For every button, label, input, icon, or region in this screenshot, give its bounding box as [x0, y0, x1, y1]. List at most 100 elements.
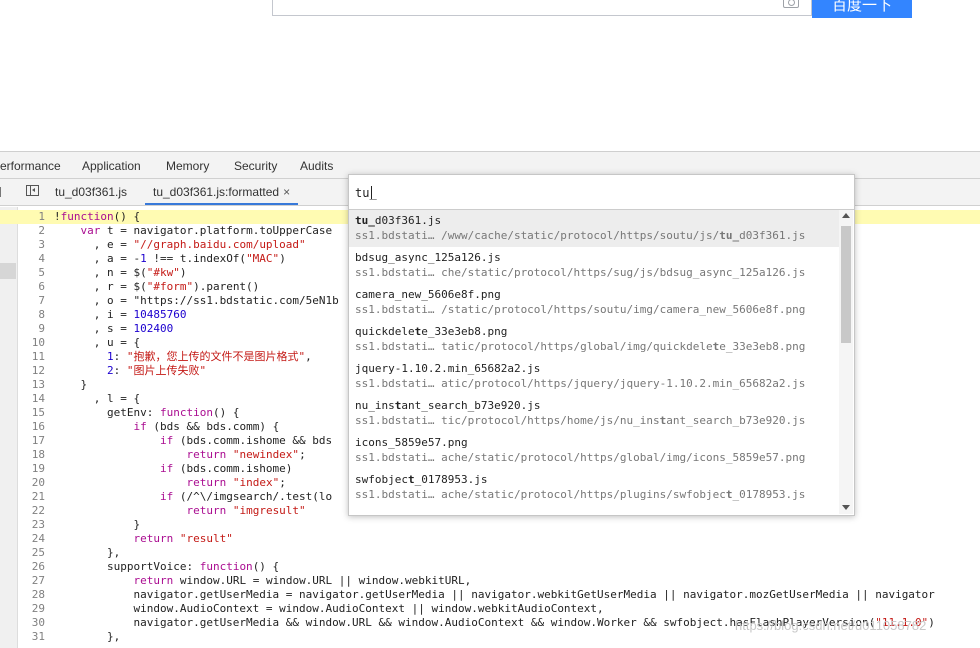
quick-open-item[interactable]: bdsug_async_125a126.js ss1.bdstati… che/s… — [349, 247, 839, 284]
code-text: if (bds.comm.ishome) — [159, 462, 293, 475]
line-number[interactable]: 16 — [18, 420, 45, 434]
line-number[interactable]: 14 — [18, 392, 45, 406]
quick-open-item[interactable]: jquery-1.10.2.min_65682a2.js ss1.bdstati…… — [349, 358, 839, 395]
line-number[interactable]: 12 — [18, 364, 45, 378]
quick-open-item-path: ss1.bdstati… tic/protocol/https/home/js/… — [355, 414, 806, 427]
code-line[interactable]: 27 return window.URL = window.URL || win… — [0, 574, 980, 588]
quick-open-item[interactable]: swfobject_0178953.js ss1.bdstati… ache/st… — [349, 469, 839, 506]
code-text: , s = 102400 — [54, 322, 174, 335]
baidu-search-button[interactable]: 百度一下 — [812, 0, 912, 18]
line-number[interactable]: 18 — [18, 448, 45, 462]
quick-open-item-title: quickdelete_33e3eb8.png — [355, 325, 508, 338]
code-line[interactable]: 24 return "result" — [0, 532, 980, 546]
line-number[interactable]: 19 — [18, 462, 45, 476]
code-text: 2: "图片上传失败" — [106, 364, 207, 377]
line-number[interactable]: 20 — [18, 476, 45, 490]
navigator-toggle-stub[interactable] — [0, 187, 5, 197]
code-text: !function() { — [54, 210, 141, 223]
line-number[interactable]: 27 — [18, 574, 45, 588]
line-number[interactable]: 9 — [18, 322, 45, 336]
line-number[interactable]: 6 — [18, 280, 45, 294]
quick-open-item-title: nu_instant_search_b73e920.js — [355, 399, 541, 412]
line-number[interactable]: 11 — [18, 350, 45, 364]
code-text: , e = "//graph.baidu.com/upload" — [54, 238, 306, 251]
close-icon[interactable]: × — [283, 185, 290, 199]
scroll-up-icon[interactable] — [842, 213, 850, 218]
code-text: , i = 10485760 — [54, 308, 187, 321]
code-text: return "result" — [133, 532, 233, 545]
line-number[interactable]: 26 — [18, 560, 45, 574]
line-number[interactable]: 24 — [18, 532, 45, 546]
code-line[interactable]: 23 } — [0, 518, 980, 532]
quick-open-item-path: ss1.bdstati… /www/cache/static/protocol/… — [355, 229, 806, 242]
scrollbar-thumb[interactable] — [841, 226, 851, 343]
camera-icon[interactable] — [783, 0, 799, 8]
line-number[interactable]: 2 — [18, 224, 45, 238]
quick-open-item[interactable]: nu_instant_search_b73e920.js ss1.bdstati…… — [349, 395, 839, 432]
line-number[interactable]: 8 — [18, 308, 45, 322]
line-number[interactable]: 22 — [18, 504, 45, 518]
code-text: }, — [54, 630, 121, 643]
quick-open-item-path: ss1.bdstati… tatic/protocol/https/global… — [355, 340, 806, 353]
code-text: return "newindex"; — [186, 448, 306, 461]
line-number[interactable]: 10 — [18, 336, 45, 350]
line-number[interactable]: 29 — [18, 602, 45, 616]
file-tab-raw[interactable]: tu_d03f361.js — [47, 179, 135, 205]
line-number[interactable]: 15 — [18, 406, 45, 420]
line-number[interactable]: 13 — [18, 378, 45, 392]
tab-security[interactable]: Security — [234, 159, 277, 173]
tab-audits[interactable]: Audits — [300, 159, 333, 173]
code-line[interactable]: 29 window.AudioContext = window.AudioCon… — [0, 602, 980, 616]
line-number[interactable]: 3 — [18, 238, 45, 252]
line-number[interactable]: 17 — [18, 434, 45, 448]
line-number[interactable]: 21 — [18, 490, 45, 504]
quick-open-item-title: tu_d03f361.js — [355, 214, 442, 227]
line-number[interactable]: 5 — [18, 266, 45, 280]
code-text: , u = { — [54, 336, 141, 349]
line-number[interactable]: 25 — [18, 546, 45, 560]
quick-open-item[interactable]: tu_d03f361.js ss1.bdstati… /www/cache/sta… — [349, 210, 839, 247]
quick-open-item-path: ss1.bdstati… ache/static/protocol/https/… — [355, 451, 806, 464]
tab-memory[interactable]: Memory — [166, 159, 209, 173]
tab-application[interactable]: Application — [82, 159, 141, 173]
quick-open-dialog: tu_d03f361.js ss1.bdstati… /www/cache/sta… — [348, 174, 855, 516]
quick-open-item-path: ss1.bdstati… ache/static/protocol/https/… — [355, 488, 806, 501]
code-text: if (bds && bds.comm) { — [133, 420, 280, 433]
toggle-navigator-icon[interactable] — [26, 185, 39, 196]
line-number[interactable]: 30 — [18, 616, 45, 630]
code-text: }, — [54, 546, 121, 559]
line-number[interactable]: 4 — [18, 252, 45, 266]
quick-open-item-path: ss1.bdstati… che/static/protocol/https/s… — [355, 266, 806, 279]
code-text: window.AudioContext = window.AudioContex… — [54, 602, 604, 615]
quick-open-input-wrap — [349, 175, 854, 210]
code-text: , l = { — [54, 392, 141, 405]
scroll-down-icon[interactable] — [842, 505, 850, 510]
quick-open-item-title: camera_new_5606e8f.png — [355, 288, 501, 301]
line-number[interactable]: 7 — [18, 294, 45, 308]
file-tab-label: tu_d03f361.js:formatted — [153, 185, 280, 199]
quick-open-scrollbar[interactable] — [839, 210, 853, 514]
code-text: return window.URL = window.URL || window… — [133, 574, 472, 587]
line-number[interactable]: 31 — [18, 630, 45, 644]
line-number[interactable]: 28 — [18, 588, 45, 602]
tab-performance[interactable]: erformance — [0, 159, 61, 173]
quick-open-item[interactable]: camera_new_5606e8f.png ss1.bdstati… /stat… — [349, 284, 839, 321]
code-line[interactable]: 25 }, — [0, 546, 980, 560]
quick-open-item[interactable]: quickdelete_33e3eb8.png ss1.bdstati… tati… — [349, 321, 839, 358]
code-text: supportVoice: function() { — [54, 560, 280, 573]
quick-open-input[interactable] — [355, 184, 835, 202]
quick-open-item-title: bdsug_async_125a126.js — [355, 251, 501, 264]
quick-open-results: tu_d03f361.js ss1.bdstati… /www/cache/sta… — [349, 210, 839, 514]
quick-open-item[interactable]: icons_5859e57.png ss1.bdstati… ache/stati… — [349, 432, 839, 469]
line-number[interactable]: 23 — [18, 518, 45, 532]
code-line[interactable]: 26 supportVoice: function() { — [0, 560, 980, 574]
baidu-search-input[interactable] — [272, 0, 812, 16]
quick-open-item-path: ss1.bdstati… atic/protocol/https/jquery/… — [355, 377, 806, 390]
code-text: return "index"; — [186, 476, 286, 489]
file-tab-formatted[interactable]: tu_d03f361.js:formatted × — [145, 179, 299, 205]
quick-open-item-title: swfobject_0178953.js — [355, 473, 488, 486]
code-text: getEnv: function() { — [54, 406, 240, 419]
code-line[interactable]: 28 navigator.getUserMedia = navigator.ge… — [0, 588, 980, 602]
line-number[interactable]: 1 — [18, 210, 45, 224]
watermark: https://blog.csdn.net/u011058782 — [735, 618, 927, 633]
